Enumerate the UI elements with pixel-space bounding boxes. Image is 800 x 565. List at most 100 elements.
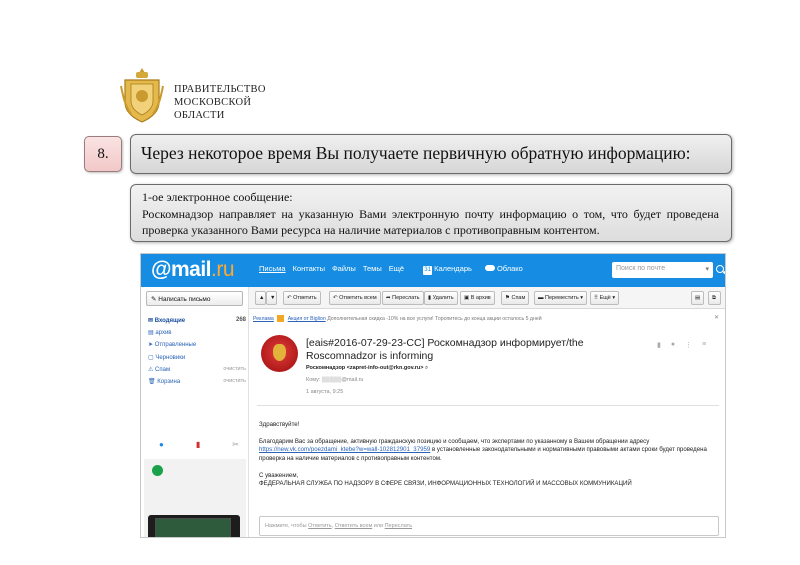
reply-sep: или [372, 523, 385, 529]
nav-calendar[interactable]: 31 Календарь [423, 264, 472, 275]
body-paragraph: Благодарим Вас за обращение, активную гр… [259, 438, 721, 463]
clean-trash-link[interactable]: очистить [223, 378, 246, 384]
reply-label: Ответить [293, 295, 317, 301]
list-icon[interactable]: ≡ [702, 341, 706, 349]
step-title: Через некоторое время Вы получаете перви… [130, 134, 732, 174]
compose-label: Написать письмо [158, 296, 211, 303]
chevron-down-icon[interactable]: ▾ [705, 265, 709, 273]
flag-icon[interactable]: ▮ [657, 341, 661, 349]
nav-contacts[interactable]: Контакты [293, 264, 325, 275]
archive-button[interactable]: ▣ В архив [460, 291, 495, 305]
calendar-icon: 31 [423, 266, 433, 275]
next-button[interactable]: ▼ [266, 291, 277, 305]
nav-letters[interactable]: Письма [259, 264, 286, 275]
paperclip-icon[interactable]: ✂ [232, 440, 239, 449]
dot-icon[interactable]: ● [159, 440, 164, 449]
reply-all-label: Ответить всем [339, 295, 377, 301]
sidebar-ad[interactable] [144, 459, 246, 537]
body-link[interactable]: https://new.vk.com/poezdami_ktebe?w=wall… [259, 446, 430, 453]
folder-inbox[interactable]: ✉ Входящие 268 [148, 317, 246, 329]
folder-list: ✉ Входящие 268 ▤ архив ➤ Отправленные ▢ Ч… [148, 317, 246, 390]
ad-link[interactable]: Акция от Biglion [288, 316, 326, 322]
reply-prompt: Нажмите, чтобы [265, 523, 309, 529]
nav-more[interactable]: Ещё [389, 264, 404, 275]
compose-button[interactable]: ✎ Написать письмо [146, 291, 243, 306]
step-number: 8. [84, 136, 122, 172]
close-ad-icon[interactable]: ✕ [714, 314, 719, 321]
mail-sidebar: ✎ Написать письмо ✉ Входящие 268 ▤ архив … [141, 287, 249, 537]
folder-sent[interactable]: ➤ Отправленные [148, 341, 246, 353]
quick-forward-link[interactable]: Переслать [385, 523, 412, 529]
mail-screenshot: @mail.ru Письма Контакты Файлы Темы Ещё … [140, 253, 726, 538]
delete-button[interactable]: ▮ Удалить [424, 291, 458, 305]
move-label: Переместить [545, 295, 579, 301]
search-input[interactable]: Поиск по почте ▾ [612, 262, 713, 278]
quick-reply-all-link[interactable]: Ответить всем [335, 523, 373, 529]
brand-suffix: .ru [211, 258, 235, 281]
ad-text: Дополнительная скидка -10% на все услуги… [327, 315, 542, 322]
message-view: Реклама Акция от Biglion Дополнительная … [249, 309, 725, 537]
unread-count: 268 [235, 317, 246, 323]
folder-label: Спам [155, 366, 171, 373]
ad-label[interactable]: Реклама [253, 316, 274, 322]
folder-label: Входящие [154, 318, 186, 324]
more-button[interactable]: ⠿ Ещё ▾ [590, 291, 620, 305]
nav-cloud[interactable]: Облако [484, 264, 523, 275]
archive-label: В архив [470, 295, 491, 301]
moscow-region-coat-of-arms-icon [120, 68, 164, 123]
forward-label: Переслать [392, 295, 420, 301]
message-icons: ▮ ● ⋮ ≡ [657, 341, 706, 349]
spam-button[interactable]: ⚑ Спам [501, 291, 530, 305]
phone-screen [155, 518, 231, 537]
folder-trash[interactable]: 🗑 Корзина очистить [148, 378, 246, 390]
quick-reply-box[interactable]: Нажмите, чтобы Ответить, Ответить всем и… [259, 516, 719, 536]
folder-spam[interactable]: ⚠ Спам очистить [148, 366, 246, 378]
phone-image [148, 515, 240, 537]
note-heading: 1-ое электронное сообщение: [142, 190, 293, 204]
sender-avatar [261, 335, 298, 372]
body-text: Благодарим Вас за обращение, активную гр… [259, 437, 650, 445]
folder-drafts[interactable]: ▢ Черновики [148, 354, 246, 366]
greeting: Здравствуйте! [259, 421, 300, 428]
signature-line: С уважением, [259, 471, 299, 479]
print-icon[interactable]: ▤ [691, 291, 704, 305]
folder-label: Отправленные [154, 342, 197, 349]
quick-reply-link[interactable]: Ответить [308, 523, 332, 529]
divider [257, 405, 719, 406]
delete-label: Удалить [432, 295, 454, 301]
cloud-label: Облако [496, 264, 523, 273]
prev-button[interactable]: ▲ [255, 291, 266, 305]
message-from[interactable]: Роскомнадзор <zapret-info-out@rkn.gov.ru… [306, 365, 428, 372]
from-text: Роскомнадзор <zapret-info-out@rkn.gov.ru… [306, 365, 424, 371]
forward-button[interactable]: ➦ Переслать [382, 291, 424, 305]
mail-top-bar: @mail.ru Письма Контакты Файлы Темы Ещё … [141, 254, 725, 287]
organization-name: ПРАВИТЕЛЬСТВО МОСКОВСКОЙ ОБЛАСТИ [174, 83, 266, 122]
search-sender-icon[interactable]: ⌕ [425, 365, 428, 371]
org-line: МОСКОВСКОЙ [174, 97, 252, 108]
reply-all-button[interactable]: ↶ Ответить всем [329, 291, 381, 305]
folder-label: Черновики [155, 354, 186, 361]
mail-logo[interactable]: @mail.ru [151, 258, 235, 282]
folder-archive[interactable]: ▤ архив [148, 329, 246, 341]
open-window-icon[interactable]: ⧉ [708, 291, 721, 305]
more-label: Ещё [599, 295, 611, 301]
org-line: ОБЛАСТИ [174, 110, 225, 121]
bookmark-icon[interactable]: ▮ [196, 440, 200, 449]
move-button[interactable]: ▬ Переместить ▾ [534, 291, 588, 305]
read-dot-icon[interactable]: ● [671, 341, 675, 349]
message-subject: [eais#2016-07-29-23-CC] Роскомнадзор инф… [306, 337, 584, 362]
spam-label: Спам [511, 295, 526, 301]
nav-themes[interactable]: Темы [363, 264, 382, 275]
search-icon[interactable] [716, 265, 724, 273]
ad-badge-icon [152, 465, 163, 476]
signature-org: ФЕДЕРАЛЬНАЯ СЛУЖБА ПО НАДЗОРУ В СФЕРЕ СВ… [259, 480, 632, 488]
message-to: Кому: ▒▒▒▒▒@mail.ru [306, 377, 364, 383]
reply-button[interactable]: ↶ Ответить [283, 291, 321, 305]
nav-files[interactable]: Файлы [332, 264, 356, 275]
note-box: 1-ое электронное сообщение: Роскомнадзор… [130, 184, 732, 242]
folder-label: Корзина [157, 378, 181, 385]
folder-label: архив [155, 330, 172, 337]
menu-icon[interactable]: ⋮ [685, 341, 692, 349]
clean-spam-link[interactable]: очистить [223, 366, 246, 372]
calendar-label: Календарь [434, 264, 472, 273]
